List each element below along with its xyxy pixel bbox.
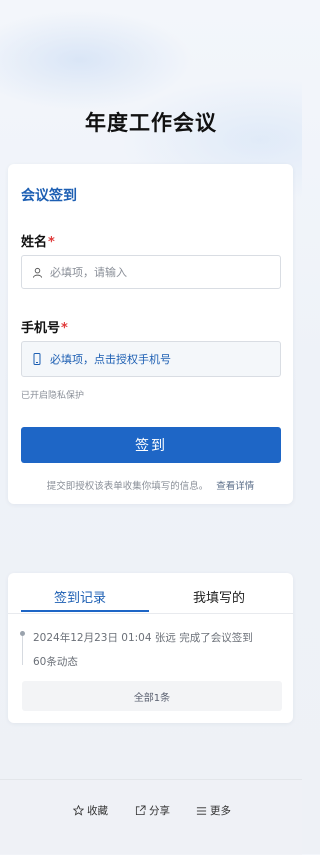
name-input[interactable]: 必填项，请输入: [21, 255, 281, 289]
bottom-action-bar: 收藏 分享 更多: [0, 779, 302, 855]
required-mark: *: [48, 235, 55, 250]
name-input-placeholder: 必填项，请输入: [50, 266, 127, 279]
record-entry: 2024年12月23日 01:04 张远 完成了会议签到: [33, 632, 253, 644]
page-title: 年度工作会议: [85, 111, 217, 135]
privacy-note: 已开启隐私保护: [21, 391, 85, 401]
phone-field-label: 手机号*: [21, 317, 68, 336]
timeline-line: [22, 631, 23, 665]
share-label: 分享: [149, 805, 170, 817]
phone-input-placeholder: 必填项，点击授权手机号: [50, 353, 171, 366]
tab-my-submissions[interactable]: 我填写的: [193, 587, 245, 606]
share-icon: [134, 805, 146, 817]
consent-notice: 提交即授权该表单收集你填写的信息。 查看详情: [8, 478, 293, 492]
star-icon: [72, 805, 84, 817]
dynamic-count: 60条动态: [33, 656, 78, 668]
phone-icon: [30, 352, 44, 366]
sign-in-form-card: 会议签到 姓名* 必填项，请输入 手机号* 必填项，点击授权手机号 已开启隐私保…: [8, 164, 293, 504]
view-details-link[interactable]: 查看详情: [216, 481, 254, 492]
phone-auth-input[interactable]: 必填项，点击授权手机号: [21, 341, 281, 377]
favorite-label: 收藏: [87, 805, 108, 817]
active-tab-indicator: [21, 610, 149, 612]
menu-icon: [195, 805, 207, 817]
sign-in-button[interactable]: 签到: [21, 427, 281, 463]
phone-label-text: 手机号: [21, 321, 61, 336]
name-label-text: 姓名: [21, 235, 48, 250]
more-label: 更多: [210, 805, 231, 817]
more-button[interactable]: 更多: [195, 803, 231, 818]
favorite-button[interactable]: 收藏: [72, 803, 108, 818]
user-icon: [30, 265, 44, 279]
timeline-dot: [20, 631, 25, 636]
records-tabs: 签到记录 我填写的: [8, 573, 293, 614]
tab-sign-in-records[interactable]: 签到记录: [54, 587, 106, 606]
view-all-button[interactable]: 全部1条: [22, 681, 282, 711]
consent-text: 提交即授权该表单收集你填写的信息。: [46, 481, 209, 492]
name-field-label: 姓名*: [21, 231, 55, 250]
form-heading: 会议签到: [21, 188, 77, 204]
required-mark: *: [61, 321, 68, 336]
records-card: 签到记录 我填写的 2024年12月23日 01:04 张远 完成了会议签到 6…: [8, 573, 293, 723]
share-button[interactable]: 分享: [134, 803, 170, 818]
